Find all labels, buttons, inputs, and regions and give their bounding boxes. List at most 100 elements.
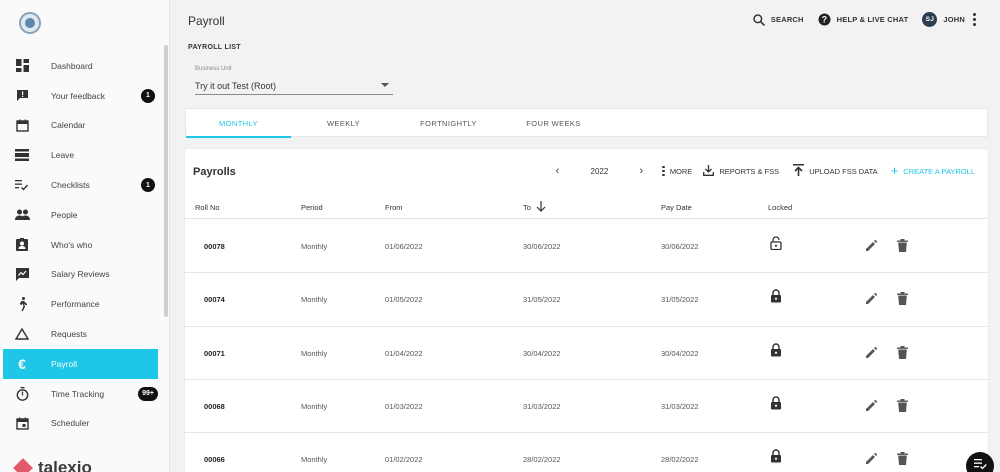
upload-icon [793,164,805,178]
table-row[interactable]: 00074 Monthly 01/05/2022 31/05/2022 31/05/20… [185,273,988,327]
sort-arrow-down-icon[interactable] [536,201,546,214]
dashboard-icon [14,58,30,74]
reports-fss-button[interactable]: REPORTS & FSS [703,164,780,178]
payrolls-card: Payrolls ‹ 2022 › MORE REPORTS & FSS UPL… [185,149,988,472]
delete-icon[interactable] [897,292,909,306]
business-unit-label: Business Unit [195,66,232,72]
sidebar-item-dashboard[interactable]: Dashboard [0,51,165,81]
sidebar: Dashboard Your feedback 1 Calendar Leave… [0,0,170,472]
more-button[interactable]: MORE [660,165,692,177]
tab-label: WEEKLY [326,118,361,128]
sidebar-item-requests[interactable]: Requests [0,319,165,349]
checklist-fab[interactable] [966,452,994,472]
more-vert-icon [662,165,665,177]
upload-fss-button[interactable]: UPLOAD FSS DATA [793,164,878,178]
pay-date-cell: 31/05/2022 [661,295,699,305]
sidebar-item-calendar[interactable]: Calendar [0,111,165,141]
period-cell: Monthly [301,295,328,305]
page-title: Payroll [188,14,225,28]
user-menu[interactable]: SJ JOHN [922,12,976,27]
to-date-cell: 30/06/2022 [523,242,561,251]
sidebar-item-people[interactable]: People [0,200,165,230]
delete-icon[interactable] [897,452,909,466]
chevron-left-icon[interactable]: ‹ [553,165,563,177]
column-header-from[interactable]: From [385,203,403,212]
roll-no-cell: 00068 [204,401,225,411]
create-payroll-button[interactable]: + CREATE A PAYROLL [890,163,975,178]
create-label: CREATE A PAYROLL [903,166,975,176]
lock-open-icon[interactable] [770,236,782,251]
euro-icon: € [18,355,26,372]
playlist-check-icon [973,457,987,472]
period-tabs: MONTHLY WEEKLY FORTNIGHTLY FOUR WEEKS [185,108,988,138]
lock-closed-icon[interactable] [770,342,782,357]
company-logo[interactable] [19,12,41,34]
more-vert-icon[interactable] [973,13,976,26]
help-live-chat-button[interactable]: ? HELP & LIVE CHAT [818,13,909,26]
sidebar-item-whos-who[interactable]: Who's who [0,230,165,260]
sidebar-scrollbar[interactable] [164,45,168,317]
sidebar-item-label: Payroll [51,358,77,369]
lock-closed-icon[interactable] [770,449,782,463]
table-row[interactable]: 00066 Monthly 01/02/2022 28/02/2022 28/02/20… [185,433,988,472]
pay-date-cell: 30/04/2022 [661,348,699,358]
period-cell: Monthly [301,242,328,251]
sidebar-item-label: Requests [51,329,87,340]
table-row[interactable]: 00071 Monthly 01/04/2022 30/04/2022 30/04/20… [185,327,988,380]
column-header-period[interactable]: Period [301,203,323,212]
sidebar-item-label: Performance [51,299,100,310]
sidebar-item-payroll[interactable]: € Payroll [3,348,158,379]
sidebar-item-checklists[interactable]: Checklists 1 [0,170,165,200]
timer-icon [14,386,30,402]
sidebar-item-leave[interactable]: Leave [0,140,165,170]
edit-icon[interactable] [865,346,879,360]
delete-icon[interactable] [897,239,909,253]
table-row[interactable]: 00078 Monthly 01/06/2022 30/06/2022 30/06/20… [185,220,988,274]
notification-badge: 1 [141,178,155,193]
edit-icon[interactable] [865,292,879,306]
brand-mark-icon [13,458,33,472]
search-button[interactable]: SEARCH [753,13,804,26]
to-date-cell: 31/03/2022 [523,401,561,411]
business-unit-value: Try it out Test (Root) [195,81,277,91]
to-date-cell: 31/05/2022 [523,295,561,305]
from-date-cell: 01/02/2022 [385,455,423,465]
svg-text:?: ? [821,15,827,25]
sidebar-item-your-feedback[interactable]: Your feedback 1 [0,81,165,111]
plus-icon: + [890,163,899,178]
tab-fortnightly[interactable]: FORTNIGHTLY [396,109,501,137]
column-header-to[interactable]: To [523,203,531,212]
chevron-right-icon[interactable]: › [636,165,646,177]
sidebar-item-time-tracking[interactable]: Time Tracking 99+ [0,379,165,409]
sidebar-item-label: Calendar [51,120,86,131]
sidebar-item-salary-reviews[interactable]: Salary Reviews [0,260,165,290]
requests-icon [14,326,30,342]
table-row[interactable]: 00068 Monthly 01/03/2022 31/03/2022 31/03/20… [185,380,988,434]
delete-icon[interactable] [897,398,909,413]
roll-no-cell: 00066 [204,455,225,465]
business-unit-select[interactable]: Try it out Test (Root) [195,78,393,95]
column-header-locked[interactable]: Locked [768,203,792,212]
to-date-cell: 30/04/2022 [523,348,561,358]
tab-four-weeks[interactable]: FOUR WEEKS [501,109,606,137]
tab-monthly[interactable]: MONTHLY [186,109,291,138]
column-header-roll-no[interactable]: Roll No [195,203,220,212]
lock-closed-icon[interactable] [770,289,782,303]
lock-closed-icon[interactable] [770,396,782,410]
reports-label: REPORTS & FSS [719,166,780,176]
sidebar-item-performance[interactable]: Performance [0,289,165,319]
help-icon: ? [818,13,831,26]
card-title: Payrolls [193,166,236,178]
edit-icon[interactable] [865,399,879,413]
search-label: SEARCH [770,15,804,24]
delete-icon[interactable] [897,345,909,360]
edit-icon[interactable] [865,452,879,466]
sidebar-item-scheduler[interactable]: Scheduler [0,409,165,439]
sidebar-item-label: Scheduler [51,418,90,429]
year-value: 2022 [590,166,609,176]
column-header-pay-date[interactable]: Pay Date [661,203,692,212]
period-cell: Monthly [301,455,328,465]
edit-icon[interactable] [865,239,879,253]
help-label: HELP & LIVE CHAT [836,15,909,24]
tab-weekly[interactable]: WEEKLY [291,109,396,137]
